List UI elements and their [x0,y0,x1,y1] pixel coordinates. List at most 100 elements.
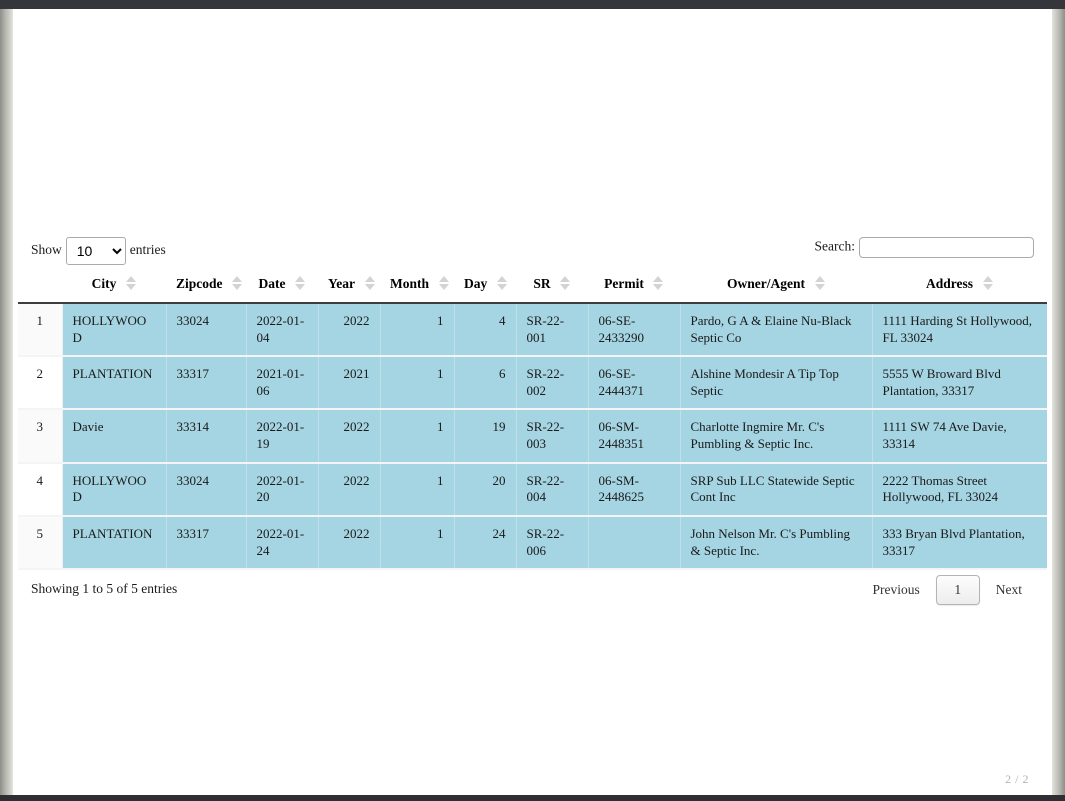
search-input[interactable] [859,237,1034,258]
cell-city: PLANTATION [62,515,167,571]
table-head: City Zipcode Date Year Month Day SR Permit Owner… [18,268,1047,304]
length-label-before: Show [31,242,62,258]
column-header-city[interactable]: City [62,268,166,304]
column-header-label: Date [258,276,286,291]
column-header-label: Day [464,276,488,291]
search-control: Search: [815,237,1034,258]
column-header-label: City [91,276,117,291]
cell-zipcode: 33024 [166,462,247,517]
cell-date: 2022-01-19 [246,409,319,464]
cell-permit [588,515,681,571]
cell-owner: Charlotte Ingmire Mr. C's Pumbling & Sep… [680,409,873,464]
cell-zipcode: 33317 [166,356,247,411]
cell-index: 1 [18,302,63,358]
column-header-index [18,268,62,304]
cell-city: HOLLYWOOD [62,462,167,517]
cell-address: 1111 SW 74 Ave Davie, 33314 [872,409,1047,464]
column-header-label: SR [533,276,551,291]
column-header-address[interactable]: Address [872,268,1047,304]
cell-address: 1111 Harding St Hollywood, FL 33024 [872,302,1047,358]
sort-arrows-icon [364,275,375,292]
pagination-page-1[interactable]: 1 [935,575,980,606]
pagination-previous[interactable]: Previous [861,576,932,604]
records-table: City Zipcode Date Year Month Day SR Permit Owner… [18,268,1047,571]
viewer-left-edge [0,9,13,795]
cell-zipcode: 33024 [166,302,247,358]
cell-owner: Pardo, G A & Elaine Nu-Black Septic Co [680,302,873,358]
cell-owner: SRP Sub LLC Statewide Septic Cont Inc [680,462,873,517]
cell-address: 2222 Thomas Street Hollywood, FL 33024 [872,462,1047,517]
cell-month: 1 [380,302,455,358]
cell-day: 19 [454,409,517,464]
cell-month: 1 [380,409,455,464]
column-header-label: Owner/Agent [727,276,805,291]
table-controls-top: Show102550100entries Search: [18,228,1047,268]
cell-day: 20 [454,462,517,517]
length-control: Show102550100entries [31,237,166,265]
sort-arrows-icon [295,275,306,292]
cell-day: 6 [454,356,517,411]
column-header-label: Address [925,276,973,291]
cell-month: 1 [380,356,455,411]
table-controls-bottom: Showing 1 to 5 of 5 entries Previous 1 Nex… [18,571,1047,607]
cell-year: 2022 [318,302,381,358]
column-header-zipcode[interactable]: Zipcode [166,268,246,304]
sort-arrows-icon [814,275,825,292]
cell-city: HOLLYWOOD [62,302,167,358]
cell-year: 2022 [318,409,381,464]
sort-arrows-icon [438,275,449,292]
cell-index: 3 [18,409,63,464]
column-header-date[interactable]: Date [246,268,318,304]
table-header-row: City Zipcode Date Year Month Day SR Permit Owner… [18,268,1047,304]
table-row: 4 HOLLYWOOD 33024 2022-01-20 2022 1 20 SR-22-00… [18,462,1047,517]
cell-permit: 06-SE-2444371 [588,356,681,411]
column-header-label: Permit [604,276,644,291]
sort-arrows-icon [982,275,993,292]
table-body: 1 HOLLYWOOD 33024 2022-01-04 2022 1 4 SR-22-001… [18,302,1047,571]
table-info: Showing 1 to 5 of 5 entries [31,581,178,597]
pdf-viewer: Show102550100entries Search: City Zipcode… [0,0,1065,801]
table-row: 1 HOLLYWOOD 33024 2022-01-04 2022 1 4 SR-22-001… [18,302,1047,358]
cell-city: PLANTATION [62,356,167,411]
column-header-label: Year [328,276,355,291]
viewer-right-edge [1052,9,1065,795]
column-header-month[interactable]: Month [380,268,454,304]
entries-per-page-select[interactable]: 102550100 [65,237,126,265]
length-label-after: entries [129,242,166,258]
viewer-top-bar [0,0,1065,9]
table-row: 5 PLANTATION 33317 2022-01-24 2022 1 24 SR-22-0… [18,515,1047,571]
column-header-year[interactable]: Year [318,268,380,304]
data-table-container: Show102550100entries Search: City Zipcode… [18,228,1047,607]
cell-date: 2022-01-24 [246,515,319,571]
column-header-permit[interactable]: Permit [588,268,680,304]
column-header-label: Month [390,276,430,291]
search-label: Search: [814,238,855,254]
column-header-sr[interactable]: SR [516,268,588,304]
cell-owner: John Nelson Mr. C's Pumbling & Septic In… [680,515,873,571]
column-header-day[interactable]: Day [454,268,516,304]
cell-day: 24 [454,515,517,571]
cell-date: 2022-01-04 [246,302,319,358]
cell-day: 4 [454,302,517,358]
column-header-owner[interactable]: Owner/Agent [680,268,872,304]
cell-city: Davie [62,409,167,464]
sort-arrows-icon [496,275,507,292]
cell-month: 1 [380,515,455,571]
cell-address: 333 Bryan Blvd Plantation, 33317 [872,515,1047,571]
pagination-next[interactable]: Next [984,576,1034,604]
cell-index: 5 [18,515,63,571]
cell-address: 5555 W Broward Blvd Plantation, 33317 [872,356,1047,411]
document-page: Show102550100entries Search: City Zipcode… [13,9,1052,795]
cell-date: 2021-01-06 [246,356,319,411]
cell-index: 2 [18,356,63,411]
sort-arrows-icon [125,275,136,292]
cell-owner: Alshine Mondesir A Tip Top Septic [680,356,873,411]
viewer-bottom-bar [0,795,1065,801]
cell-permit: 06-SM-2448625 [588,462,681,517]
sort-arrows-icon [232,275,243,292]
cell-date: 2022-01-20 [246,462,319,517]
cell-sr: SR-22-002 [516,356,589,411]
cell-index: 4 [18,462,63,517]
cell-zipcode: 33314 [166,409,247,464]
table-row: 3 Davie 33314 2022-01-19 2022 1 19 SR-22-003 06-… [18,409,1047,464]
